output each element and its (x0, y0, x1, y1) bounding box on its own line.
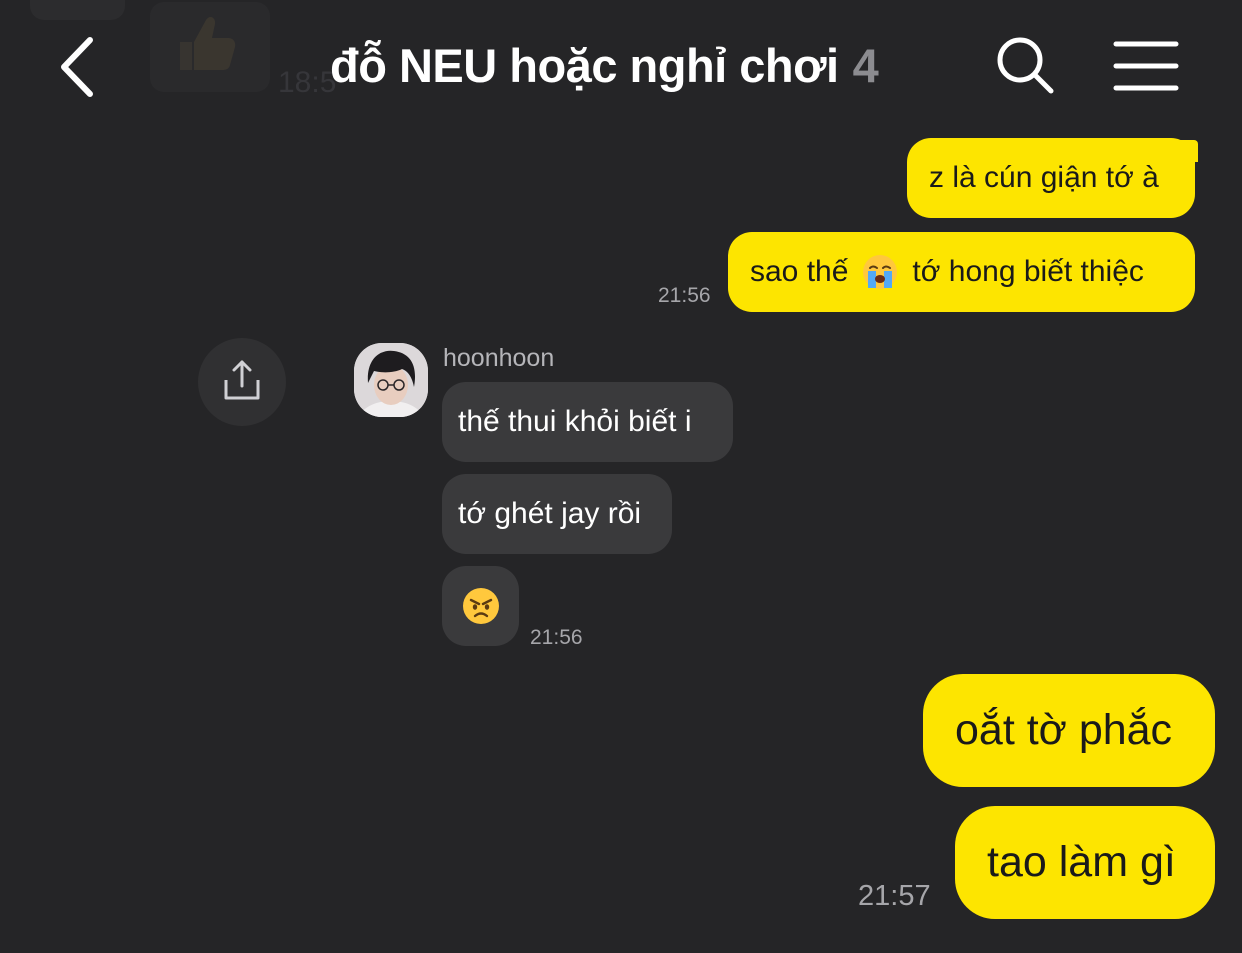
avatar[interactable] (354, 343, 428, 417)
share-icon (224, 360, 260, 400)
menu-button[interactable] (1112, 38, 1180, 94)
message-timestamp: 21:57 (858, 880, 931, 912)
message-text: oắt tờ phắc (955, 706, 1173, 754)
their-message-bubble[interactable]: tớ ghét jay rồi (442, 474, 672, 554)
chat-room-name: đỗ NEU hoặc nghỉ chơi (330, 39, 839, 92)
my-message-bubble[interactable]: oắt tờ phắc (923, 674, 1215, 787)
message-text: z là cún giận tớ à (929, 161, 1159, 194)
message-text-part: sao thế (750, 255, 849, 288)
loudly-crying-face-icon (863, 255, 898, 289)
my-message-bubble[interactable]: sao thế tớ hong biết thiệc (728, 232, 1195, 312)
my-message-bubble[interactable]: z là cún giận tớ à (907, 138, 1195, 218)
profile-photo (354, 343, 428, 417)
message-text: tớ ghét jay rồi (458, 497, 642, 530)
hamburger-menu-icon (1113, 41, 1179, 91)
their-message-bubble[interactable] (442, 566, 519, 646)
sender-name: hoonhoon (443, 344, 555, 372)
share-button[interactable] (198, 338, 286, 426)
angry-face-icon (462, 588, 499, 624)
chat-screen: 18:5 đỗ NEU hoặc nghỉ chơi 4 z là cún gi… (0, 0, 1242, 953)
search-icon (997, 37, 1054, 94)
chat-title[interactable]: đỗ NEU hoặc nghỉ chơi 4 (330, 38, 879, 98)
chat-header: đỗ NEU hoặc nghỉ chơi 4 (0, 0, 1242, 132)
member-count: 4 (852, 39, 879, 92)
back-button[interactable] (52, 32, 108, 102)
message-text: thế thui khỏi biết i (458, 405, 692, 438)
message-timestamp: 21:56 (530, 626, 583, 649)
their-message-bubble[interactable]: thế thui khỏi biết i (442, 382, 733, 462)
message-text-part: tớ hong biết thiệc (912, 255, 1144, 288)
message-timestamp: 21:56 (658, 284, 711, 307)
message-text: tao làm gì (987, 838, 1176, 886)
chevron-left-icon (61, 37, 93, 97)
my-message-bubble[interactable]: tao làm gì (955, 806, 1215, 919)
search-button[interactable] (994, 34, 1058, 98)
